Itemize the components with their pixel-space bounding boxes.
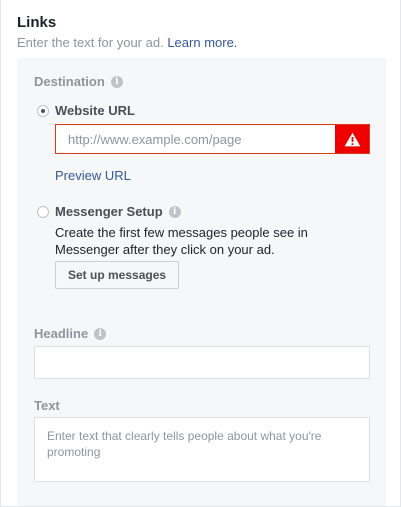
messenger-setup-radio[interactable] <box>37 206 49 218</box>
info-icon[interactable]: i <box>94 327 107 340</box>
headline-label: Headline i <box>34 326 107 341</box>
warning-icon <box>344 132 360 146</box>
info-icon[interactable]: i <box>110 75 123 88</box>
text-field <box>34 417 370 482</box>
website-url-label[interactable]: Website URL <box>55 103 135 118</box>
headline-label-text: Headline <box>34 326 89 341</box>
text-label: Text <box>34 398 60 413</box>
text-label-text: Text <box>34 398 60 413</box>
section-title: Links <box>17 14 57 31</box>
learn-more-link[interactable]: Learn more. <box>167 35 237 50</box>
website-url-field <box>55 124 370 154</box>
text-input[interactable] <box>35 418 369 481</box>
destination-label: Destination i <box>34 74 123 89</box>
messenger-setup-label-text: Messenger Setup <box>55 204 163 219</box>
links-form: Destination i Website URL Preview URL Me… <box>17 58 386 506</box>
headline-input[interactable] <box>35 347 369 378</box>
links-panel: Links Enter the text for your ad. Learn … <box>0 0 401 507</box>
website-url-label-text: Website URL <box>55 103 135 118</box>
messenger-setup-label[interactable]: Messenger Setup i <box>55 204 181 219</box>
section-subtitle-text: Enter the text for your ad. <box>17 35 164 50</box>
error-indicator <box>335 125 369 153</box>
section-subtitle: Enter the text for your ad. Learn more. <box>17 35 237 50</box>
headline-field <box>34 346 370 379</box>
website-url-input[interactable] <box>56 125 335 153</box>
set-up-messages-button[interactable]: Set up messages <box>55 261 180 289</box>
preview-url-link[interactable]: Preview URL <box>55 168 131 183</box>
website-url-radio[interactable] <box>37 105 49 117</box>
info-icon[interactable]: i <box>168 205 181 218</box>
destination-label-text: Destination <box>34 74 105 89</box>
messenger-description: Create the first few messages people see… <box>55 225 308 257</box>
